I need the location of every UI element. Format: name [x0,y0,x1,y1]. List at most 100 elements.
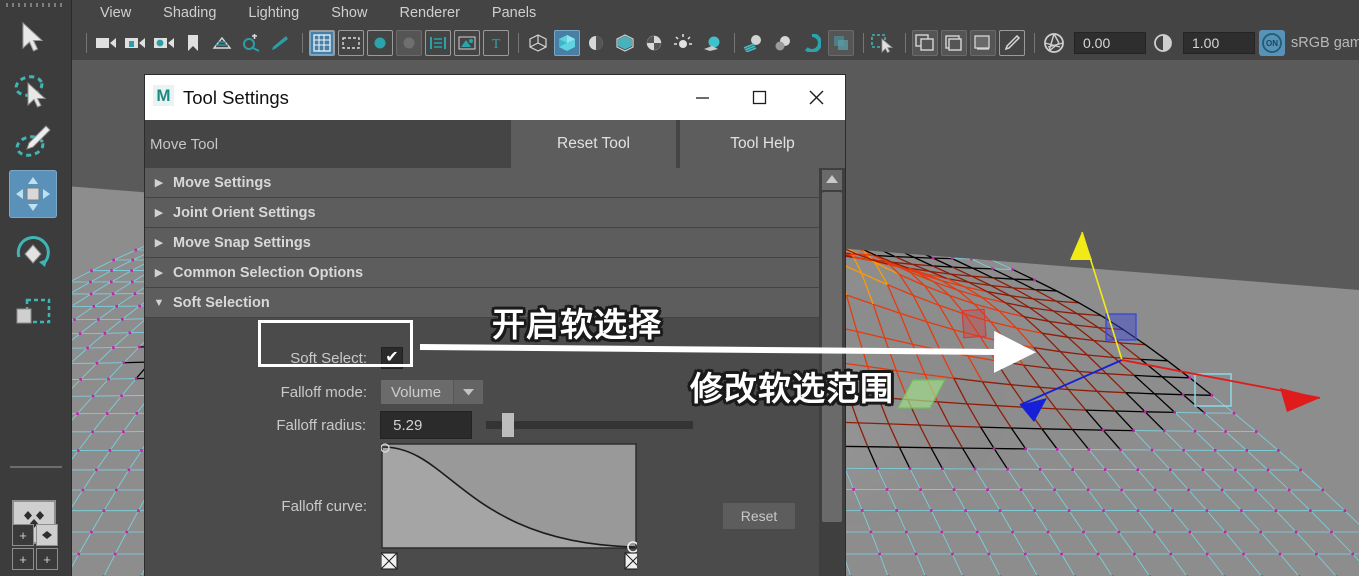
falloff-curve-graph[interactable] [381,443,637,573]
resolution-gate-icon[interactable] [367,30,393,56]
wireframe-icon[interactable] [525,30,551,56]
toolbar-separator [863,33,864,53]
falloff-curve-row: Falloff curve: [145,443,637,576]
layout-cell-persp[interactable] [36,524,58,546]
scrollbar-thumb[interactable] [822,192,842,522]
lasso-cursor-icon [13,72,53,108]
toolbox-quad-layout-group: + + + [12,524,58,570]
image-plane-icon[interactable] [454,30,480,56]
diamond-icon [40,529,54,542]
chevron-down-icon[interactable] [453,380,483,404]
reset-tool-button[interactable]: Reset Tool [511,120,676,168]
film-gate-icon[interactable] [338,30,364,56]
film-strip-icon[interactable] [425,30,451,56]
falloff-curve-label: Falloff curve: [145,498,367,515]
section-joint-orient-settings[interactable]: ▶ Joint Orient Settings [145,198,819,228]
panel-menu-bar: View Shading Lighting Show Renderer Pane… [72,0,552,26]
falloff-radius-slider[interactable] [486,421,693,429]
menu-lighting[interactable]: Lighting [232,5,315,21]
scroll-up-button[interactable] [822,170,842,190]
section-move-settings[interactable]: ▶ Move Settings [145,168,819,198]
gamma-toggle-button[interactable]: ON [1259,30,1285,56]
aperture-icon[interactable] [1041,30,1067,56]
textured-icon[interactable] [612,30,638,56]
text-toggle-icon[interactable]: T [483,30,509,56]
falloff-radius-slider-thumb[interactable] [502,413,514,437]
grid-toggle-icon[interactable] [309,30,335,56]
chevron-right-icon: ▶ [145,206,173,219]
toolbox-scale-tool[interactable] [9,290,57,338]
shade-wire-icon[interactable] [583,30,609,56]
tool-settings-titlebar[interactable]: M Tool Settings [145,75,845,120]
panel-layout-icon[interactable] [970,30,996,56]
falloff-mode-value: Volume [381,384,453,401]
chevron-down-icon: ▼ [145,297,173,309]
panel-copy-icon[interactable] [912,30,938,56]
checker-icon[interactable] [641,30,667,56]
menu-panels[interactable]: Panels [476,5,552,21]
toolbox-select-tool[interactable] [9,14,57,62]
svg-text:T: T [492,37,501,51]
zoom-target-icon[interactable] [238,30,264,56]
z-plane-handle [1106,314,1136,340]
soft-select-reset-button[interactable]: Reset [723,503,795,529]
maximize-button[interactable] [731,75,788,120]
layout-cell-two-pane[interactable]: + [12,548,34,570]
menu-show[interactable]: Show [315,5,383,21]
shadow-icon[interactable] [699,30,725,56]
menu-view[interactable]: View [84,5,147,21]
toolbox-lasso-select-tool[interactable] [9,66,57,114]
xray-icon[interactable] [828,30,854,56]
close-button[interactable] [788,75,845,120]
motion-blur-icon[interactable] [741,30,767,56]
grid-plane-icon[interactable] [209,30,235,56]
viewport-top-bar: View Shading Lighting Show Renderer Pane… [72,0,1359,60]
tool-help-button[interactable]: Tool Help [680,120,845,168]
bookmark-icon[interactable] [180,30,206,56]
toolbox-drag-grip[interactable] [6,3,66,7]
toolbox-rotate-tool[interactable] [9,230,57,278]
paint-stroke-icon[interactable] [267,30,293,56]
gamma-label: sRGB gamma [1291,35,1359,51]
gamma-value-field[interactable]: 0.00 [1074,32,1146,54]
camera-lock-icon[interactable] [122,30,148,56]
curve-key-left [381,553,397,569]
falloff-curve-widget[interactable] [381,443,637,576]
toolbox-move-tool[interactable] [9,170,57,218]
menu-renderer[interactable]: Renderer [383,5,475,21]
section-soft-selection[interactable]: ▼ Soft Selection [145,288,819,318]
aa-icon[interactable] [799,30,825,56]
isolate-select-icon[interactable] [870,30,896,56]
falloff-mode-dropdown[interactable]: Volume [381,380,483,404]
menu-shading[interactable]: Shading [147,5,232,21]
layout-cell-four-pane[interactable]: + [36,548,58,570]
falloff-radius-row: Falloff radius: 5.29 [145,411,693,439]
chevron-right-icon: ▶ [145,176,173,189]
maya-m-logo-icon: M [153,85,174,111]
eyedropper-icon[interactable] [999,30,1025,56]
toolbox-divider [10,466,62,468]
contrast-icon[interactable] [1150,30,1176,56]
camera-icon[interactable] [93,30,119,56]
ao-icon[interactable] [770,30,796,56]
camera-settings-icon[interactable] [151,30,177,56]
light-icon[interactable] [670,30,696,56]
toolbox-paint-select-tool[interactable] [9,118,57,166]
smooth-shade-icon[interactable] [554,30,580,56]
falloff-radius-input[interactable]: 5.29 [380,411,472,439]
gate-mask-icon[interactable] [396,30,422,56]
soft-select-highlight-box [258,320,413,367]
section-label: Soft Selection [173,295,270,311]
section-move-snap-settings[interactable]: ▶ Move Snap Settings [145,228,819,258]
section-label: Common Selection Options [173,265,363,281]
section-common-selection-options[interactable]: ▶ Common Selection Options [145,258,819,288]
panel-tear-icon[interactable] [941,30,967,56]
active-tool-name: Move Tool [145,120,511,168]
minimize-button[interactable] [674,75,731,120]
paint-brush-icon [13,124,53,160]
section-label: Move Snap Settings [173,235,311,251]
layout-cell-single[interactable]: + [12,524,34,546]
x-plane-handle [962,309,986,337]
exposure-value-field[interactable]: 1.00 [1183,32,1255,54]
falloff-radius-label: Falloff radius: [145,417,366,434]
